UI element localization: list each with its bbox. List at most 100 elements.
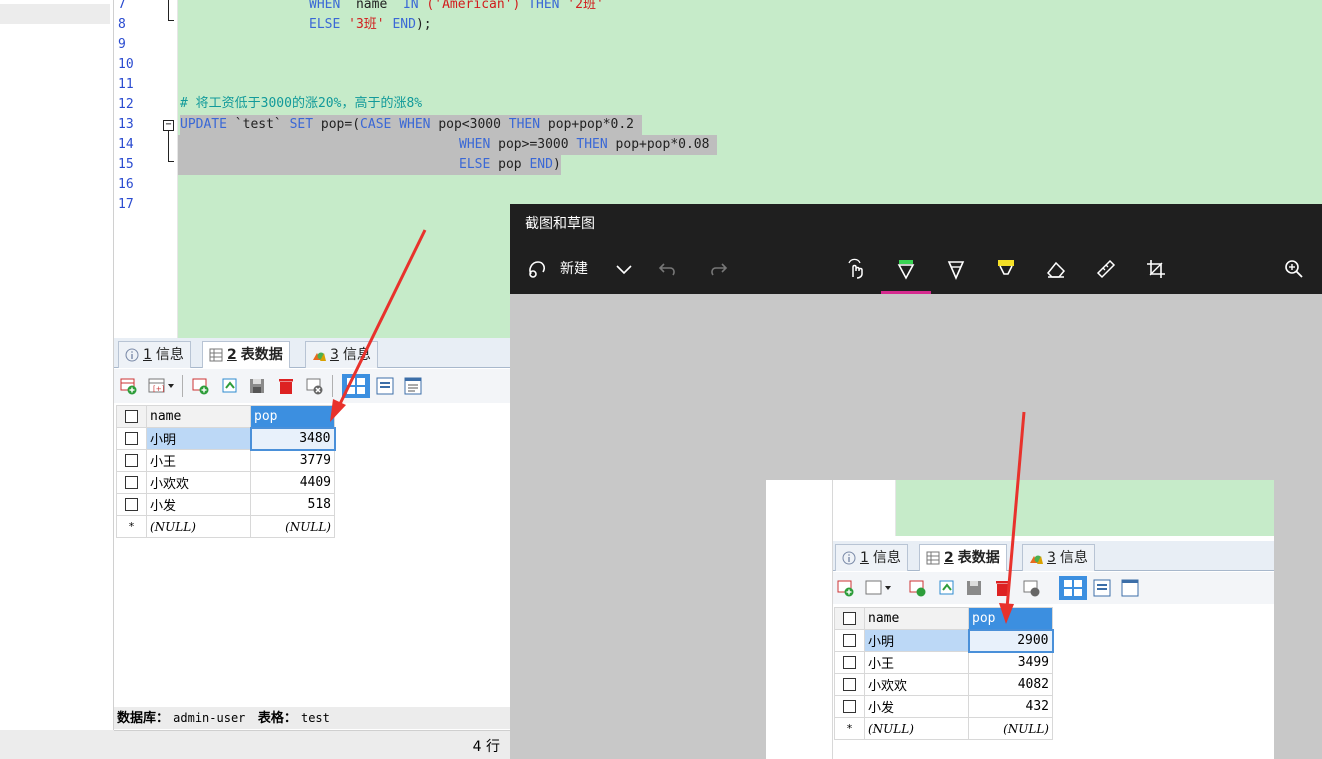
info-icon [125, 348, 139, 362]
screen: 7 8 9 10 11 12 13 14 15 16 17 − WHEN `na… [0, 0, 1322, 759]
crop-icon[interactable] [1144, 257, 1168, 281]
select-all-checkbox[interactable] [116, 405, 147, 428]
captured-result-tabs: 1 信息 2 表数据 3 信息 [833, 541, 1274, 571]
redo-icon[interactable] [706, 257, 730, 281]
captured-tab-info-3: 3 信息 [1022, 544, 1095, 571]
table-row[interactable]: 小王 3779 [116, 449, 335, 472]
captured-result-grid: name pop 小明 2900 小王 3499 小欢欢 4082 小发 432… [834, 607, 1054, 740]
save-icon[interactable] [247, 376, 267, 396]
line-number-gutter: 7 8 9 10 11 12 13 14 15 16 17 − [114, 0, 178, 338]
table-label: 表格： [257, 711, 297, 726]
captured-tab-table-data: 2 表数据 [919, 544, 1007, 571]
table-row: 小明 2900 [834, 628, 1054, 653]
cell-name[interactable]: 小发 [146, 493, 251, 516]
insert-row-icon[interactable] [119, 376, 139, 396]
toolbar-separator [182, 375, 183, 397]
cancel-changes-icon[interactable] [305, 376, 325, 396]
table-row: 小欢欢 4082 [834, 673, 1053, 696]
new-row[interactable]: * (NULL) (NULL) [116, 515, 335, 538]
cell-pop[interactable]: 518 [250, 493, 335, 516]
cell-name[interactable]: 小欢欢 [146, 471, 251, 494]
pencil-icon[interactable] [944, 257, 968, 281]
cell-pop-null[interactable]: (NULL) [250, 515, 335, 538]
form-view-icon [1093, 579, 1111, 597]
cell-pop: 3499 [968, 651, 1053, 674]
fold-toggle-icon[interactable]: − [163, 120, 174, 131]
delete-icon [996, 581, 1010, 596]
text-view-icon [1121, 579, 1139, 597]
undo-icon[interactable] [656, 257, 680, 281]
form-view-icon[interactable] [375, 376, 395, 396]
refresh-icon [939, 580, 954, 595]
refresh-icon[interactable] [220, 376, 240, 396]
grid-view-icon [1059, 576, 1087, 600]
tab-info-1[interactable]: 1 信息 [118, 341, 191, 368]
ruler-icon[interactable] [1094, 257, 1118, 281]
fold-guide [168, 131, 169, 161]
snip-canvas-image[interactable]: 1 信息 2 表数据 3 信息 name pop 小明 2900 小王 3499… [766, 480, 1274, 759]
result-tabs: 1 信息 2 表数据 3 信息 [114, 338, 510, 368]
grid-header-row: name pop [116, 405, 335, 428]
table-icon [926, 551, 940, 565]
cell-name: 小王 [864, 651, 969, 674]
table-icon [209, 348, 223, 362]
line-number: 14 [118, 137, 134, 152]
eraser-icon[interactable] [1044, 257, 1068, 281]
row-checkbox[interactable] [116, 493, 147, 516]
cell-name-null[interactable]: (NULL) [146, 515, 251, 538]
table-row[interactable]: 小欢欢 4409 [116, 471, 335, 494]
new-snip-icon[interactable] [526, 257, 550, 281]
delete-icon[interactable] [276, 376, 296, 396]
row-checkbox [834, 695, 865, 718]
insert-menu-icon [865, 580, 891, 595]
fold-guide-end [168, 20, 174, 21]
ballpoint-pen-icon[interactable] [894, 257, 918, 281]
insert-row-icon [837, 580, 854, 597]
row-count-bar: 4 行 [114, 730, 510, 759]
line-number: 13 [118, 117, 134, 132]
cell-name[interactable]: 小王 [146, 449, 251, 472]
grid-view-icon[interactable] [341, 373, 371, 399]
tab-table-data[interactable]: 2 表数据 [202, 341, 290, 368]
info-icon [842, 551, 856, 565]
column-header-name[interactable]: name [146, 405, 251, 428]
duplicate-row-icon[interactable] [191, 376, 211, 396]
snip-title-bar: 截图和草图 [510, 204, 1322, 244]
table-row[interactable]: 小明 3480 [116, 426, 336, 451]
row-checkbox [834, 673, 865, 696]
table-value: test [300, 711, 330, 725]
line-number: 15 [118, 157, 134, 172]
row-checkbox[interactable] [116, 449, 147, 472]
line-number: 9 [118, 37, 126, 52]
cell-name[interactable]: 小明 [146, 427, 251, 450]
line-number: 16 [118, 177, 134, 192]
object-browser-pane [0, 0, 114, 730]
table-row[interactable]: 小发 518 [116, 493, 335, 516]
object-browser-selected-row[interactable] [0, 4, 110, 24]
zoom-in-icon[interactable] [1282, 257, 1306, 281]
fold-guide [168, 0, 169, 20]
result-toolbar: [+] [114, 369, 510, 403]
line-number: 11 [118, 77, 134, 92]
selected-tool-indicator [881, 291, 931, 294]
insert-menu-icon[interactable]: [+] [147, 376, 177, 396]
cell-pop[interactable]: 3779 [250, 449, 335, 472]
new-row: * (NULL) (NULL) [834, 717, 1053, 740]
highlighter-icon[interactable] [994, 257, 1018, 281]
result-grid: name pop 小明 3480 小王 3779 小欢欢 4409 小发 518… [116, 405, 336, 538]
new-snip-button[interactable]: 新建 [560, 258, 588, 280]
text-view-icon[interactable] [403, 376, 423, 396]
row-checkbox[interactable] [116, 427, 147, 450]
select-all-checkbox [834, 607, 865, 630]
cell-pop[interactable]: 4409 [250, 471, 335, 494]
code-line-7: WHEN `name` IN ('American') THEN '2班' [309, 0, 604, 12]
row-checkbox[interactable] [116, 471, 147, 494]
cell-pop[interactable]: 3480 [249, 426, 336, 451]
tab-info-3[interactable]: 3 信息 [305, 341, 378, 368]
cell-name: 小明 [864, 629, 969, 652]
column-header-pop[interactable]: pop [250, 405, 335, 428]
row-checkbox [834, 651, 865, 674]
chevron-down-icon[interactable] [612, 257, 636, 281]
db-value: admin-user [173, 711, 246, 725]
touch-writing-icon[interactable] [844, 257, 868, 281]
